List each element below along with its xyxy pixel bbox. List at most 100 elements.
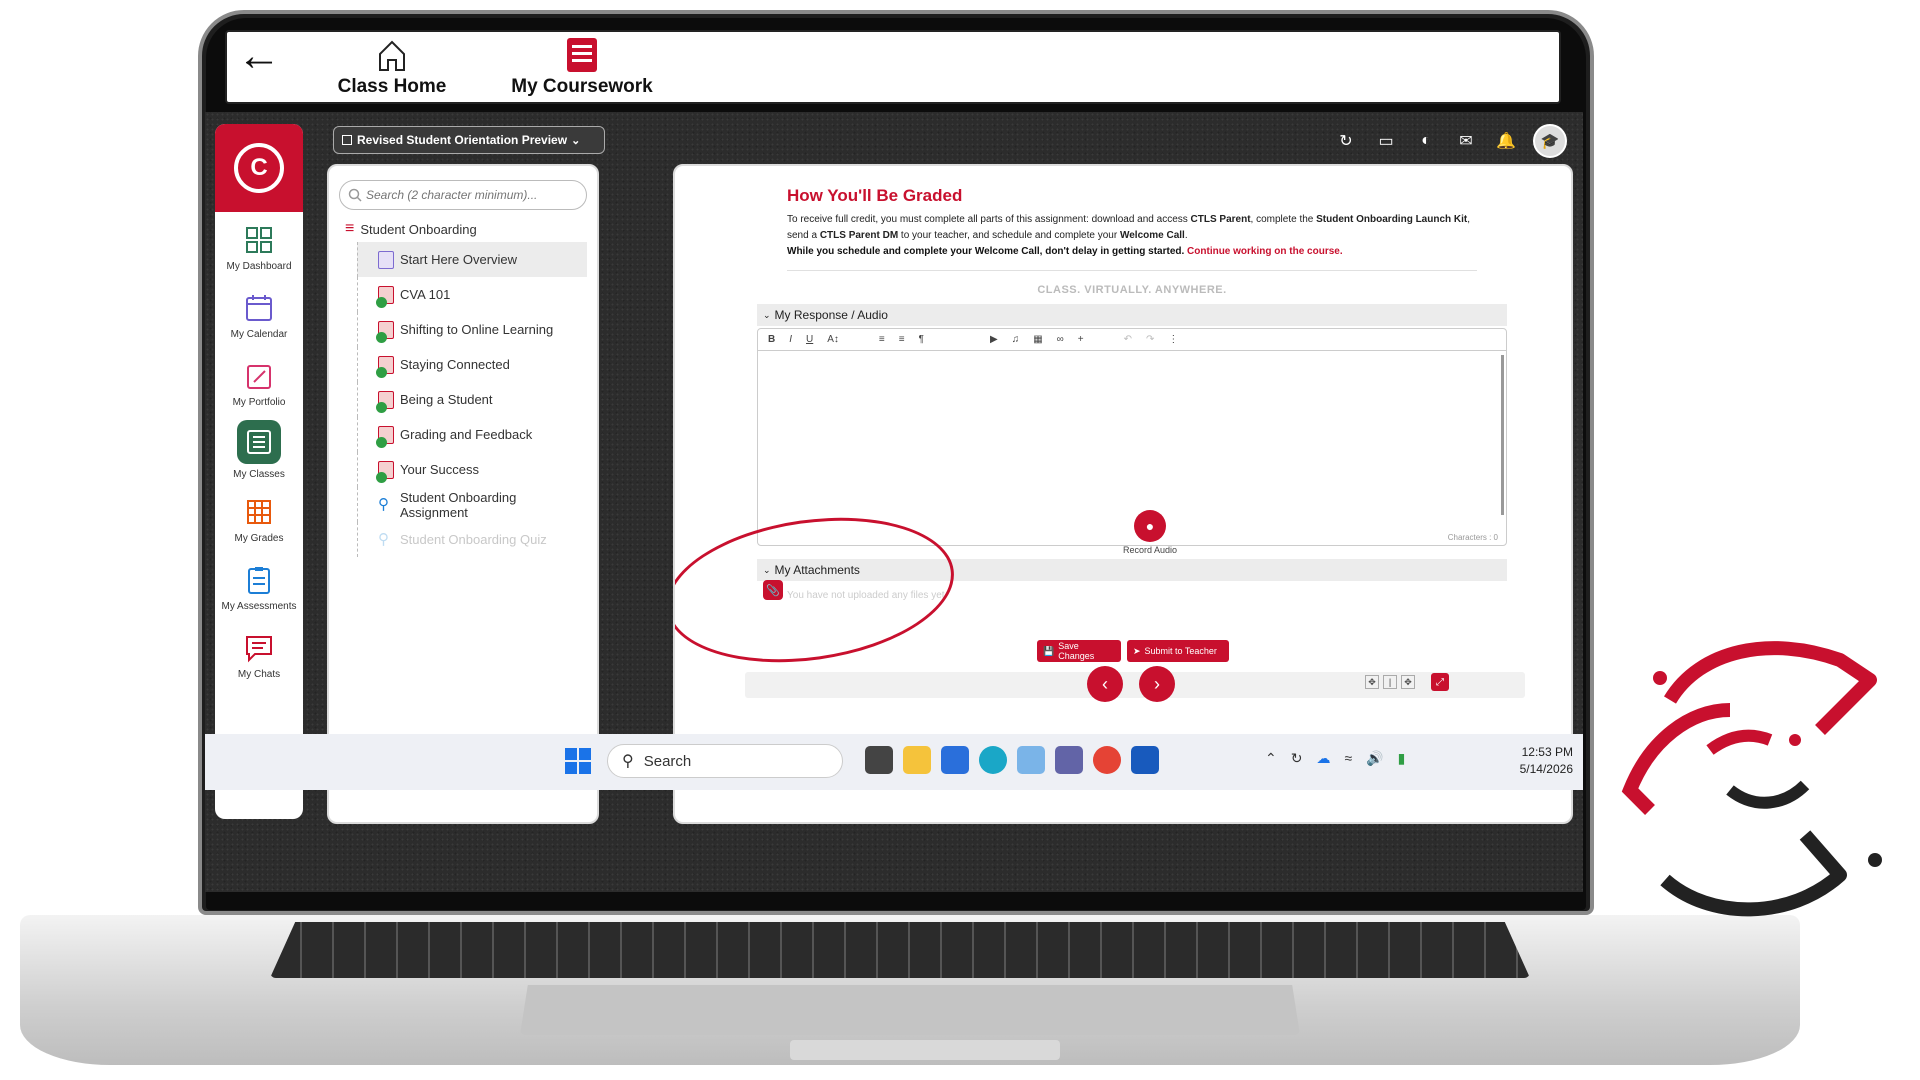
outline-item-staying-connected[interactable]: Staying Connected: [357, 347, 587, 382]
resize-icon[interactable]: ✥: [1401, 675, 1415, 689]
audio-icon[interactable]: ♫: [1012, 334, 1020, 345]
volume-icon[interactable]: 🔊: [1366, 750, 1383, 767]
outline-item-your-success[interactable]: Your Success: [357, 452, 587, 487]
wifi-icon[interactable]: ≈: [1344, 750, 1352, 767]
more-icon[interactable]: ⋮: [1168, 334, 1178, 345]
undo-icon[interactable]: ↶: [1124, 334, 1132, 345]
outline-item-label: Start Here Overview: [400, 252, 518, 267]
icon-sidebar: C My Dashboard My Calendar My Portfolio …: [215, 124, 303, 819]
outline-item-being-student[interactable]: Being a Student: [357, 382, 587, 417]
paragraph-icon[interactable]: ¶: [919, 334, 924, 345]
refresh-icon[interactable]: ↻: [1333, 128, 1359, 154]
taskbar-search[interactable]: ⚲ Search: [607, 744, 843, 778]
text-run: Student Onboarding Launch Kit: [1316, 214, 1468, 225]
teams-icon[interactable]: [1055, 746, 1083, 774]
save-changes-button[interactable]: 💾 Save Changes: [1037, 640, 1121, 662]
text-run: To receive full credit, you must complet…: [787, 214, 1191, 225]
divider-icon[interactable]: |: [1383, 675, 1397, 689]
editor-scrollbar[interactable]: [1501, 355, 1504, 515]
outline-item-grading[interactable]: Grading and Feedback: [357, 417, 587, 452]
windows-start-icon[interactable]: [565, 748, 591, 774]
search-input[interactable]: [366, 188, 566, 202]
tagline: CLASS. VIRTUALLY. ANYWHERE.: [1037, 284, 1227, 296]
check-icon: [376, 366, 387, 378]
course-selector[interactable]: Revised Student Orientation Preview ⌄: [333, 126, 605, 154]
outline-search[interactable]: [339, 180, 587, 210]
font-size-icon[interactable]: A↕: [827, 334, 839, 345]
record-audio[interactable]: ● Record Audio: [1115, 510, 1185, 555]
assignment-icon: ⚲: [378, 495, 389, 513]
contrast-icon[interactable]: ◐: [1413, 128, 1439, 154]
file-explorer-icon[interactable]: [903, 746, 931, 774]
word-icon[interactable]: [1131, 746, 1159, 774]
section-title: How You'll Be Graded: [787, 186, 963, 205]
taskbar-search-label: Search: [643, 752, 692, 770]
video-icon[interactable]: ▶: [990, 334, 998, 345]
outline-item-shifting[interactable]: Shifting to Online Learning: [357, 312, 587, 347]
next-page-button[interactable]: ›: [1139, 666, 1175, 702]
response-section-header[interactable]: ⌄ My Response / Audio: [757, 304, 1507, 326]
table-icon[interactable]: ▦: [1033, 334, 1042, 345]
lesson-complete-icon: [376, 425, 394, 448]
sidebar-item-chats[interactable]: My Chats: [215, 632, 303, 680]
insert-icon[interactable]: +: [1078, 334, 1084, 345]
chevron-down-icon: ⌄: [763, 309, 771, 320]
sync-icon[interactable]: ↻: [1291, 750, 1303, 767]
outline-item-cva-101[interactable]: CVA 101: [357, 277, 587, 312]
store-icon[interactable]: [941, 746, 969, 774]
chrome-icon[interactable]: [1093, 746, 1121, 774]
app-logo[interactable]: C: [215, 124, 303, 212]
chevron-up-icon[interactable]: ⌃: [1265, 750, 1277, 767]
taskbar-clock[interactable]: 12:53 PM 5/14/2026: [1501, 744, 1573, 778]
sidebar-label: My Assessments: [221, 601, 297, 612]
chevron-down-icon: ⌄: [571, 134, 581, 147]
move-icon[interactable]: ✥: [1365, 675, 1379, 689]
classes-icon-wrap: [237, 420, 281, 464]
redo-icon[interactable]: ↷: [1146, 334, 1154, 345]
previous-page-button[interactable]: ‹: [1087, 666, 1123, 702]
microphone-icon[interactable]: ●: [1134, 510, 1166, 542]
module-header[interactable]: ≡ Student Onboarding: [345, 220, 597, 238]
underline-icon[interactable]: U: [806, 334, 813, 345]
chats-icon: [246, 636, 272, 663]
align-left-icon[interactable]: ≡: [879, 334, 885, 345]
sidebar-item-dashboard[interactable]: My Dashboard: [215, 224, 303, 272]
messages-icon[interactable]: ✉: [1453, 128, 1479, 154]
outline-item-assignment[interactable]: ⚲ Student Onboarding Assignment: [357, 487, 587, 522]
sidebar-item-assessments[interactable]: My Assessments: [215, 564, 303, 612]
bell-icon[interactable]: 🔔: [1493, 128, 1519, 154]
module-list-icon: ≡: [345, 220, 355, 237]
editor-text-area[interactable]: [758, 353, 1502, 527]
send-icon: ➤: [1133, 645, 1141, 656]
portfolio-icon: [247, 365, 271, 389]
bold-icon[interactable]: B: [768, 334, 775, 345]
outline-item-start-here[interactable]: Start Here Overview: [357, 242, 587, 277]
sidebar-item-calendar[interactable]: My Calendar: [215, 292, 303, 340]
stage: ← Class Home My Coursework C My Dashboar…: [0, 0, 1920, 1080]
align-center-icon[interactable]: ≡: [899, 334, 905, 345]
submit-to-teacher-button[interactable]: ➤ Submit to Teacher: [1127, 640, 1229, 662]
back-arrow-icon[interactable]: ←: [237, 34, 297, 78]
task-view-icon[interactable]: [865, 746, 893, 774]
nav-my-coursework[interactable]: My Coursework: [497, 36, 667, 98]
expand-icon[interactable]: ⤢: [1431, 673, 1449, 691]
app-screen: C My Dashboard My Calendar My Portfolio …: [205, 112, 1583, 892]
window-icon[interactable]: ▭: [1373, 128, 1399, 154]
sidebar-item-grades[interactable]: My Grades: [215, 496, 303, 544]
sidebar-item-portfolio[interactable]: My Portfolio: [215, 360, 303, 408]
link-icon[interactable]: ∞: [1057, 334, 1064, 345]
coursework-icon: [567, 38, 597, 72]
outline-item-label: Your Success: [400, 462, 480, 477]
battery-icon[interactable]: ▮: [1398, 750, 1406, 767]
edge-icon[interactable]: [979, 746, 1007, 774]
nav-class-home-label: Class Home: [337, 76, 447, 97]
nav-class-home[interactable]: Class Home: [327, 36, 457, 98]
continue-link[interactable]: Continue working on the course.: [1187, 246, 1343, 257]
classes-icon: [247, 430, 271, 454]
sidebar-item-classes[interactable]: My Classes: [215, 420, 303, 480]
avatar[interactable]: 🎓: [1533, 124, 1567, 158]
nav-my-coursework-label: My Coursework: [511, 76, 653, 97]
cloud-icon[interactable]: ☁: [1316, 750, 1330, 767]
italic-icon[interactable]: I: [789, 334, 792, 345]
notepad-icon[interactable]: [1017, 746, 1045, 774]
